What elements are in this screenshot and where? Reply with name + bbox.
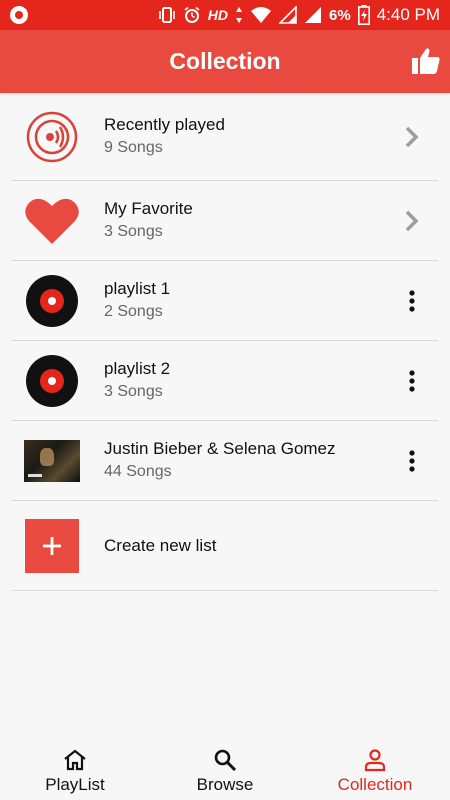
signal-icon xyxy=(279,6,297,24)
list-item-subtitle: 2 Songs xyxy=(104,302,163,320)
nav-item-playlist[interactable]: PlayList xyxy=(0,738,150,800)
speaker-icon xyxy=(24,109,80,165)
battery-charging-icon xyxy=(357,5,370,25)
battery-percent: 6% xyxy=(329,6,351,24)
person-icon xyxy=(363,747,387,773)
chevron-right-icon[interactable] xyxy=(394,119,430,155)
list-item[interactable]: My Favorite 3 Songs xyxy=(12,181,438,261)
clock: 4:40 PM xyxy=(376,5,440,24)
list-item[interactable]: Justin Bieber & Selena Gomez 44 Songs xyxy=(12,421,438,501)
page-title: Collection xyxy=(169,48,281,74)
like-button[interactable] xyxy=(410,45,442,77)
vinyl-disc-icon xyxy=(24,353,80,409)
list-item-title: My Favorite xyxy=(104,198,193,218)
nav-label: Collection xyxy=(337,775,413,794)
create-list-thumb xyxy=(24,518,80,574)
nav-item-collection[interactable]: Collection xyxy=(300,738,450,800)
thumbs-up-icon xyxy=(412,48,440,74)
more-vert-icon[interactable] xyxy=(394,363,430,399)
list-item-subtitle: 3 Songs xyxy=(104,222,163,240)
list-item[interactable]: playlist 2 3 Songs xyxy=(12,341,438,421)
plus-icon xyxy=(25,518,79,573)
bottom-nav: PlayList Browse Collection xyxy=(0,738,450,800)
video-thumbnail-image xyxy=(24,439,80,482)
video-thumbnail xyxy=(24,433,80,489)
list-item[interactable]: Recently played 9 Songs xyxy=(12,93,438,181)
list-item-subtitle: 44 Songs xyxy=(104,462,172,480)
create-new-list-label: Create new list xyxy=(104,535,217,555)
network-type: HD xyxy=(207,7,228,23)
vibrate-icon xyxy=(158,6,176,24)
vinyl-disc-icon xyxy=(24,273,80,329)
list-item-subtitle: 9 Songs xyxy=(104,138,163,156)
search-icon xyxy=(213,747,237,773)
status-bar: HD 6% 4:40 PM xyxy=(0,0,450,30)
signal-icon xyxy=(304,6,322,24)
app-header: Collection xyxy=(0,30,450,93)
more-vert-icon[interactable] xyxy=(394,283,430,319)
alarm-icon xyxy=(183,6,201,24)
nav-item-browse[interactable]: Browse xyxy=(150,738,300,800)
list-item-title: Recently played xyxy=(104,114,225,134)
data-arrows-icon xyxy=(235,6,243,24)
collection-list: Recently played 9 Songs My Favorite 3 So… xyxy=(0,93,450,591)
list-item-title: playlist 2 xyxy=(104,358,171,378)
list-item-subtitle: 3 Songs xyxy=(104,382,163,400)
nav-label: PlayList xyxy=(45,775,105,794)
chevron-right-icon[interactable] xyxy=(394,203,430,239)
list-item-title: playlist 1 xyxy=(104,278,171,298)
wifi-icon xyxy=(250,6,272,24)
more-vert-icon[interactable] xyxy=(394,443,430,479)
nav-label: Browse xyxy=(196,775,254,794)
create-new-list-button[interactable]: Create new list xyxy=(12,501,438,591)
home-icon xyxy=(63,747,87,773)
heart-icon xyxy=(24,193,80,249)
record-icon xyxy=(10,6,28,24)
list-item-title: Justin Bieber & Selena Gomez xyxy=(104,438,336,458)
list-item[interactable]: playlist 1 2 Songs xyxy=(12,261,438,341)
